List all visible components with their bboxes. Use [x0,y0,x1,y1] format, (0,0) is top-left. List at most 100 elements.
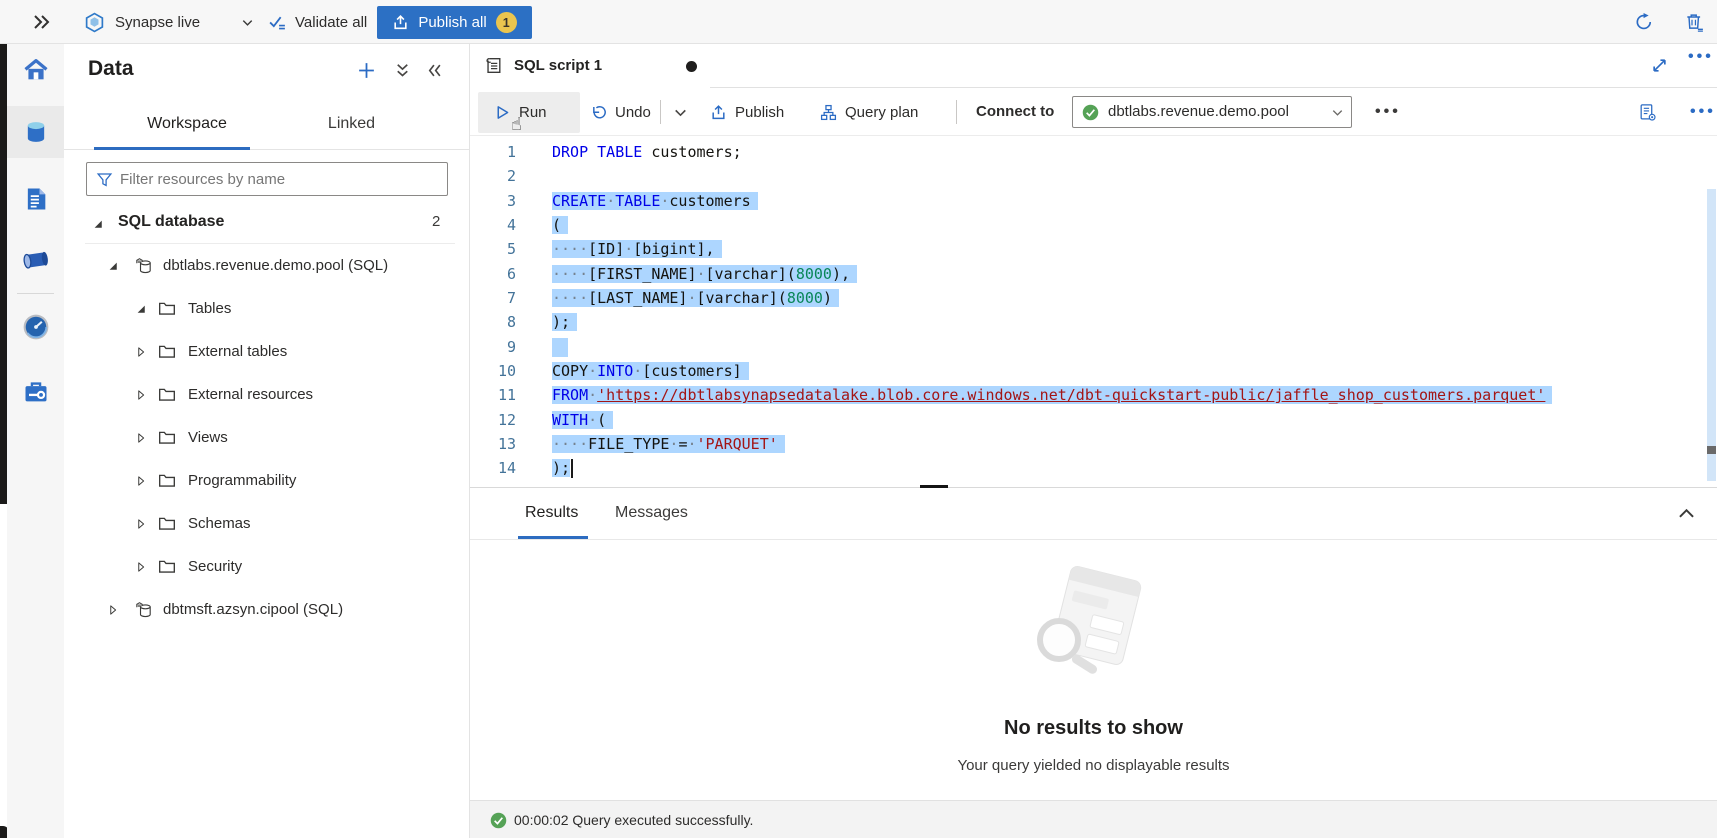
nav-item-data[interactable] [7,106,64,158]
refresh-icon[interactable] [1634,12,1654,32]
tab-messages[interactable]: Messages [615,488,688,540]
tab-more-actions-icon[interactable]: ••• [1688,48,1707,67]
editor-toolbar: Run Undo Publish Query plan Connect to [470,88,1717,136]
nav-item-manage[interactable] [7,366,64,418]
sql-pool-icon [135,601,153,618]
expanded-caret-icon[interactable] [92,217,104,229]
tab-workspace[interactable]: Workspace [114,98,260,150]
line-number: 8 [470,310,516,334]
code-line[interactable]: 7····[LAST_NAME]·[varchar](8000) [470,286,1717,310]
tree-item-external-tables[interactable]: External tables [64,330,469,373]
validate-all-button[interactable]: Validate all [268,0,367,44]
tree-item-external-resources[interactable]: External resources [64,373,469,416]
properties-icon[interactable] [1638,88,1665,136]
tree-root-sql-database[interactable]: SQL database 2 [64,202,469,244]
collapsed-caret-icon[interactable] [135,345,147,358]
expanded-caret-icon[interactable] [107,259,119,272]
code-line[interactable]: 4( [470,213,1717,237]
code-line-content: WITH·( [552,411,613,429]
collapse-all-icon[interactable] [393,61,412,80]
active-tab-underline [518,536,588,539]
code-line[interactable]: 3 CREATE·TABLE·customers [470,189,1717,213]
unsaved-dot-icon [686,61,697,72]
tree-item-dbtlabs-revenue-demo-pool-sql[interactable]: dbtlabs.revenue.demo.pool (SQL) [64,244,469,287]
collapsed-caret-icon[interactable] [135,431,147,444]
line-number: 6 [470,262,516,286]
code-line[interactable]: 2 [470,164,1717,188]
nav-item-develop[interactable] [7,173,64,225]
collapsed-caret-icon[interactable] [135,517,147,530]
tree-item-label: Programmability [188,459,296,502]
query-plan-button[interactable]: Query plan [820,88,918,136]
mode-selector-dropdown[interactable]: Synapse live [84,0,255,44]
code-line[interactable]: 8); [470,310,1717,334]
undo-button[interactable]: Undo [590,88,651,136]
expand-editor-icon[interactable] [1650,56,1669,75]
editor-area: SQL script 1 ••• Run Undo [470,44,1717,838]
collapsed-caret-icon[interactable] [135,560,147,573]
window-edge [0,44,7,504]
tab-sql-script-1[interactable]: SQL script 1 [474,44,710,88]
code-line[interactable]: 10COPY·INTO·[customers] [470,359,1717,383]
collapsed-caret-icon[interactable] [135,474,147,487]
filter-funnel-icon [96,171,113,188]
publish-count-badge: 1 [496,12,517,33]
connect-pool-dropdown[interactable]: dbtlabs.revenue.demo.pool [1072,96,1352,128]
code-line[interactable]: 14); [470,456,1717,480]
discard-trash-icon[interactable] [1684,12,1704,32]
no-results-illustration [1009,555,1159,690]
publish-all-button[interactable]: Publish all 1 [377,6,532,39]
filter-input[interactable] [120,164,440,194]
code-line[interactable]: 12WITH·( [470,408,1717,432]
run-options-chevron-icon[interactable] [672,88,697,136]
synapse-logo-icon [84,12,105,33]
collapsed-caret-icon[interactable] [107,603,119,616]
code-line[interactable]: 13····FILE_TYPE·=·'PARQUET' [470,432,1717,456]
collapse-results-chevron-icon[interactable] [1676,503,1697,524]
divider [660,100,661,124]
code-line[interactable]: 6····[FIRST_NAME]·[varchar](8000), [470,262,1717,286]
nav-item-monitor[interactable] [7,301,64,353]
tree-item-programmability[interactable]: Programmability [64,459,469,502]
line-number: 13 [470,432,516,456]
add-icon[interactable] [357,61,376,80]
tab-results[interactable]: Results [525,488,578,540]
collapse-panel-icon[interactable] [425,61,444,80]
text-caret [571,459,573,478]
publish-icon [710,104,727,121]
line-number: 10 [470,359,516,383]
nav-item-integrate[interactable] [7,234,64,286]
folder-icon [158,386,176,403]
more-commands-icon[interactable]: ••• [1690,88,1716,136]
results-tab-bar: Results Messages [470,488,1717,540]
data-icon [22,118,50,146]
filter-box [86,162,448,196]
code-line-content: CREATE·TABLE·customers [552,192,758,210]
nav-item-home[interactable] [7,44,64,96]
tree-item-dbtmsft-azsyn-cipool-sql[interactable]: dbtmsft.azsyn.cipool (SQL) [64,588,469,631]
code-line-content: DROP TABLE customers; [552,143,742,161]
folder-icon [158,343,176,360]
tab-linked[interactable]: Linked [294,98,409,150]
tree-item-security[interactable]: Security [64,545,469,588]
tree-item-schemas[interactable]: Schemas [64,502,469,545]
tab-title: SQL script 1 [514,44,602,88]
tree-item-views[interactable]: Views [64,416,469,459]
code-line[interactable]: 5····[ID]·[bigint], [470,237,1717,261]
expand-menu-icon[interactable] [30,11,52,33]
tree-item-list: dbtlabs.revenue.demo.pool (SQL)TablesExt… [64,244,469,631]
publish-up-icon [392,14,409,31]
code-line[interactable]: 1DROP TABLE customers; [470,140,1717,164]
code-line[interactable]: 9 [470,335,1717,359]
panel-title: Data [88,57,134,81]
code-editor[interactable]: 1DROP TABLE customers;23 CREATE·TABLE·cus… [470,136,1717,488]
line-number: 3 [470,189,516,213]
publish-button[interactable]: Publish [710,88,784,136]
toolbar-more-icon[interactable]: ••• [1375,88,1401,136]
tree-item-tables[interactable]: Tables [64,287,469,330]
expanded-caret-icon[interactable] [135,302,147,315]
tree-root-count: 2 [432,202,440,242]
folder-icon [158,429,176,446]
collapsed-caret-icon[interactable] [135,388,147,401]
code-line[interactable]: 11FROM·'https://dbtlabsynapsedatalake.bl… [470,383,1717,407]
